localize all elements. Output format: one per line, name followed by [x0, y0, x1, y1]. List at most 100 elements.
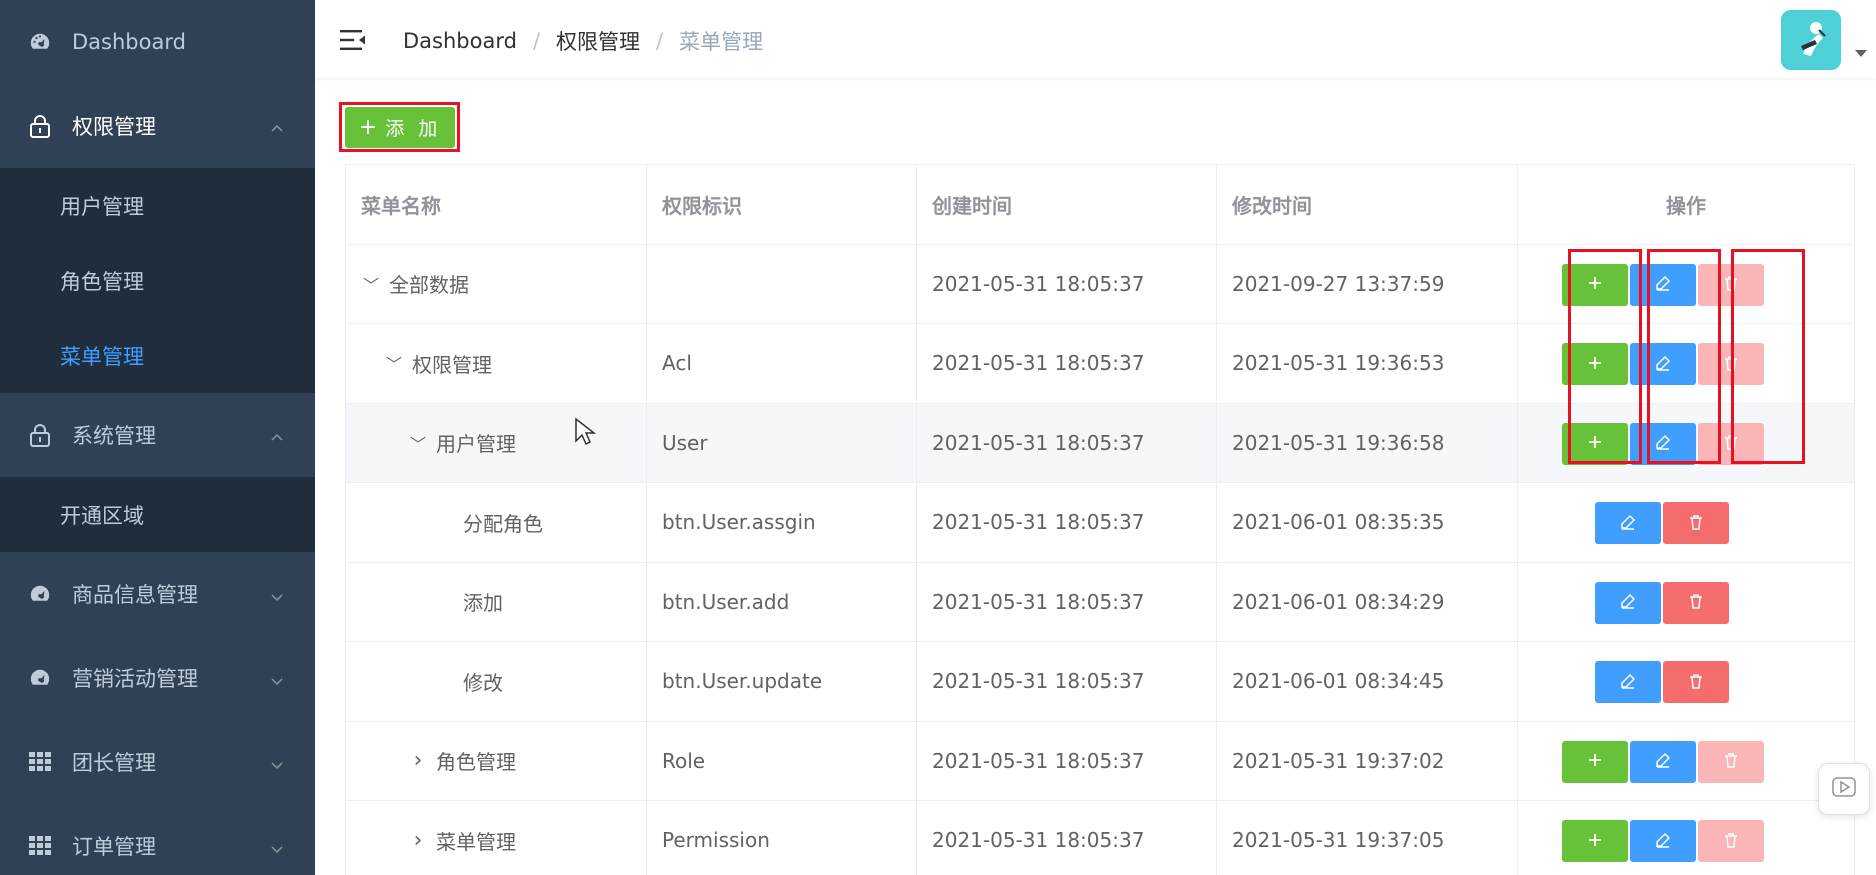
lock-icon [28, 114, 52, 138]
cell-updated: 2021-05-31 19:36:58 [1217, 403, 1518, 482]
cell-code: btn.User.assgin [647, 483, 917, 562]
row-delete-button[interactable] [1663, 661, 1729, 703]
sidebar-item-open-region[interactable]: 开通区域 [0, 477, 315, 552]
row-name: 用户管理 [436, 432, 516, 457]
chevron-up-icon [269, 118, 285, 134]
cell-updated: 2021-05-31 19:37:02 [1217, 721, 1518, 800]
edit-icon [1619, 513, 1637, 534]
cell-actions [1518, 244, 1855, 323]
avatar[interactable] [1781, 10, 1841, 70]
breadcrumb-item-current: 菜单管理 [679, 30, 764, 54]
edit-icon [1619, 592, 1637, 613]
sidebar-item-leader[interactable]: 团长管理 [0, 720, 315, 804]
row-name: 权限管理 [412, 352, 492, 377]
expand-chevron-icon[interactable]: › [408, 828, 428, 853]
acl-submenu: 用户管理 角色管理 菜单管理 [0, 168, 315, 393]
expand-chevron-icon[interactable]: ﹀ [408, 431, 428, 455]
trash-icon [1687, 592, 1705, 613]
plus-icon: + [358, 115, 378, 140]
cell-updated: 2021-05-31 19:36:53 [1217, 324, 1518, 403]
row-name: 修改 [463, 670, 503, 695]
sidebar-item-product[interactable]: 商品信息管理 [0, 552, 315, 636]
column-header-actions: 操作 [1518, 165, 1855, 244]
row-add-button[interactable] [1562, 343, 1628, 385]
row-name: 菜单管理 [436, 829, 516, 854]
cell-name: ﹀ 权限管理 [346, 324, 647, 403]
row-delete-button[interactable] [1663, 581, 1729, 624]
sidebar-item-order[interactable]: 订单管理 [0, 804, 315, 875]
sidebar-item-label: 商品信息管理 [72, 583, 198, 607]
cell-code: Role [647, 721, 917, 800]
cell-actions [1518, 403, 1855, 482]
plus-icon [1586, 433, 1604, 454]
row-add-button[interactable] [1562, 740, 1628, 783]
row-delete-button[interactable] [1698, 820, 1764, 862]
trash-icon [1722, 354, 1740, 375]
row-edit-button[interactable] [1595, 502, 1661, 544]
cell-name: 分配角色 [346, 483, 647, 562]
sidebar-item-acl[interactable]: 权限管理 [0, 84, 315, 168]
table-row: 修改 btn.User.update 2021-05-31 18:05:37 2… [346, 642, 1855, 722]
plus-icon [1586, 751, 1604, 772]
edit-icon [1654, 274, 1672, 295]
chevron-down-icon [269, 754, 285, 770]
add-button[interactable]: + 添 加 [345, 107, 455, 148]
row-add-button[interactable] [1562, 422, 1628, 465]
plus-icon [1586, 354, 1604, 375]
sidebar-item-label: 权限管理 [72, 115, 156, 139]
row-delete-button[interactable] [1663, 502, 1729, 544]
system-submenu: 开通区域 [0, 477, 315, 552]
row-name: 添加 [463, 591, 503, 616]
hamburger-icon[interactable] [340, 28, 366, 52]
play-widget-button[interactable] [1818, 763, 1870, 815]
plus-icon [1586, 831, 1604, 852]
breadcrumb-item-dashboard[interactable]: Dashboard [403, 29, 517, 53]
menu-table: 菜单名称 权限标识 创建时间 修改时间 操作 ﹀ 全部数据 2021-05-31… [345, 164, 1855, 875]
expand-chevron-icon[interactable]: ﹀ [361, 272, 381, 296]
sidebar-item-system[interactable]: 系统管理 [0, 393, 315, 477]
row-name: 全部数据 [389, 273, 469, 298]
row-delete-button[interactable] [1698, 740, 1764, 783]
cell-name: › 菜单管理 [346, 801, 647, 875]
trash-icon [1722, 751, 1740, 772]
row-edit-button[interactable] [1595, 581, 1661, 624]
trash-icon [1722, 433, 1740, 454]
expand-chevron-icon[interactable]: › [408, 748, 428, 773]
chevron-down-icon [269, 670, 285, 686]
sidebar-item-user-manage[interactable]: 用户管理 [0, 168, 315, 243]
gauge-icon [28, 666, 52, 690]
expand-chevron-icon[interactable]: ﹀ [384, 351, 404, 375]
breadcrumb-item-acl[interactable]: 权限管理 [556, 26, 640, 56]
row-edit-button[interactable] [1630, 820, 1696, 862]
row-add-button[interactable] [1562, 263, 1628, 306]
row-add-button[interactable] [1562, 820, 1628, 862]
sidebar-item-menu-manage[interactable]: 菜单管理 [0, 318, 315, 393]
column-header-created: 创建时间 [917, 165, 1217, 244]
row-edit-button[interactable] [1630, 740, 1696, 783]
row-edit-button[interactable] [1630, 343, 1696, 385]
cell-name: 添加 [346, 562, 647, 641]
trash-icon [1722, 274, 1740, 295]
cell-updated: 2021-06-01 08:34:45 [1217, 642, 1518, 721]
cell-code: btn.User.add [647, 562, 917, 641]
row-delete-button[interactable] [1698, 263, 1764, 306]
row-edit-button[interactable] [1630, 422, 1696, 465]
chevron-down-icon [269, 838, 285, 854]
column-header-code: 权限标识 [647, 165, 917, 244]
row-edit-button[interactable] [1630, 263, 1696, 306]
sidebar-item-role-manage[interactable]: 角色管理 [0, 243, 315, 318]
row-edit-button[interactable] [1595, 661, 1661, 703]
cell-name: › 角色管理 [346, 721, 647, 800]
column-header-updated: 修改时间 [1217, 165, 1518, 244]
sidebar-item-dashboard[interactable]: Dashboard [0, 0, 315, 84]
cell-code [647, 244, 917, 323]
cell-name: ﹀ 全部数据 [346, 244, 647, 323]
cell-code: btn.User.update [647, 642, 917, 721]
caret-down-icon[interactable] [1855, 50, 1867, 57]
cell-name: ﹀ 用户管理 [346, 403, 647, 482]
chevron-up-icon [269, 427, 285, 443]
edit-icon [1654, 751, 1672, 772]
row-delete-button[interactable] [1698, 343, 1764, 385]
row-delete-button[interactable] [1698, 422, 1764, 465]
sidebar-item-marketing[interactable]: 营销活动管理 [0, 636, 315, 720]
